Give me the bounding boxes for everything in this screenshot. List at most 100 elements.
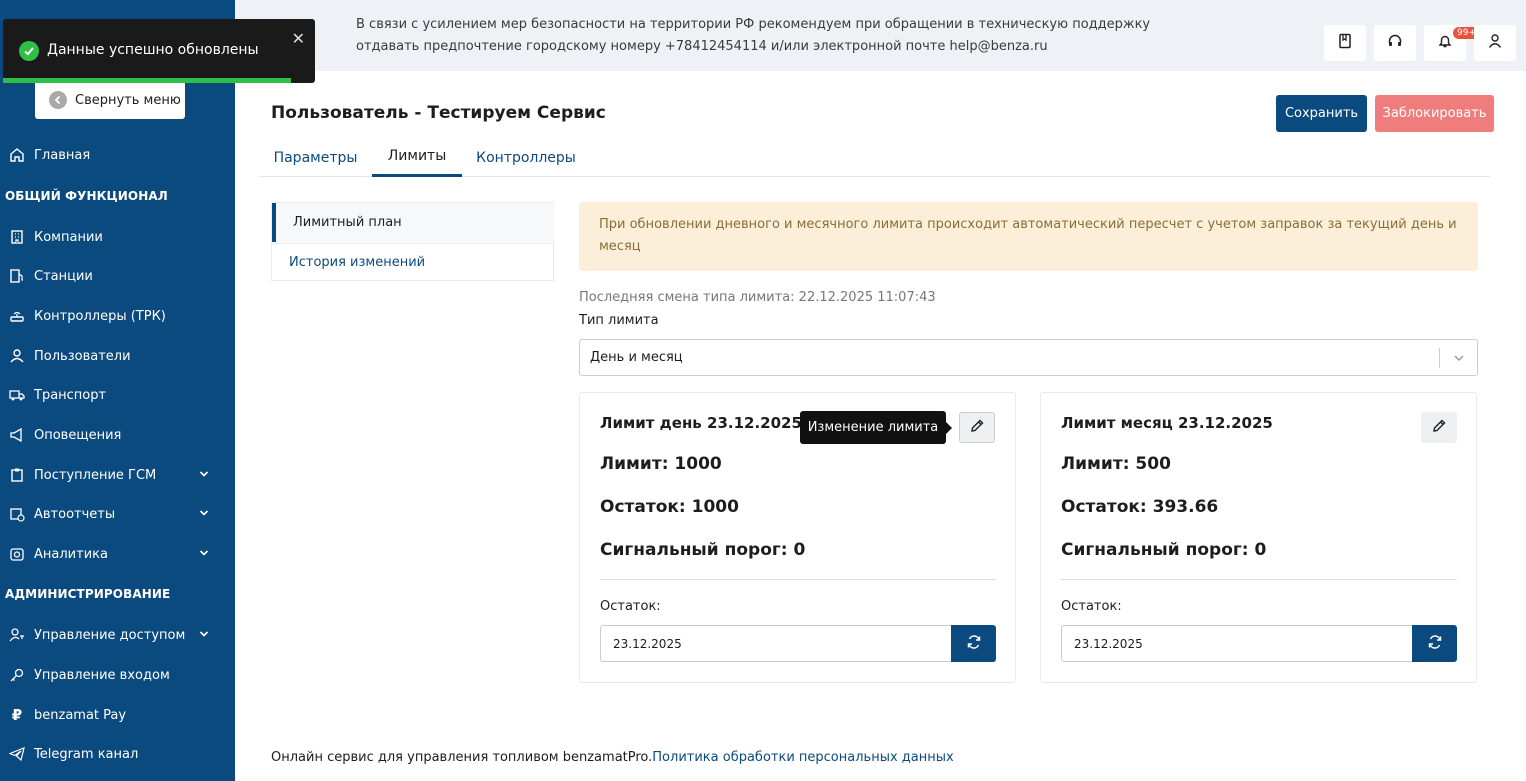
collapse-menu-button[interactable]: Свернуть меню [35, 81, 185, 119]
sidebar-item-label: benzamat Pay [34, 707, 127, 723]
divider [600, 579, 996, 580]
sidebar-item-notifications[interactable]: Оповещения [0, 417, 235, 453]
building-icon [8, 228, 26, 246]
day-threshold-value: Сигнальный порог: 0 [600, 540, 806, 560]
divider [1061, 579, 1457, 580]
edit-month-limit-button[interactable] [1421, 412, 1457, 443]
notice-line-2: отдавать предпочтение городскому номеру … [356, 39, 1048, 54]
edit-limit-tooltip: Изменение лимита [800, 411, 952, 444]
subnav-history[interactable]: История изменений [272, 243, 554, 281]
month-limit-card: Лимит месяц 23.12.2025 Лимит: 500 Остато… [1040, 392, 1477, 683]
ruble-icon: ₽ [11, 706, 23, 724]
chevron-down-icon [199, 507, 209, 522]
sidebar-item-label: Главная [34, 147, 91, 163]
sidebar-item-label: Telegram канал [34, 746, 139, 762]
edit-day-limit-button[interactable] [959, 412, 995, 443]
toast-progress-bar [3, 78, 291, 83]
month-date-input[interactable]: 23.12.2025 [1061, 625, 1413, 662]
day-remainder-value: Остаток: 1000 [600, 497, 739, 517]
sidebar-item-access-control[interactable]: Управление доступом [0, 617, 235, 653]
sidebar-item-login-control[interactable]: Управление входом [0, 657, 235, 693]
success-toast: Данные успешно обновлены ✕ [3, 19, 315, 83]
section-general: ОБЩИЙ ФУНКЦИОНАЛ [5, 189, 168, 203]
sidebar-item-label: Управление входом [34, 667, 170, 683]
privacy-policy-link[interactable]: Политика обработки персональных данных [652, 750, 953, 765]
pencil-icon [1431, 418, 1447, 438]
recalc-alert: При обновлении дневного и месячного лими… [579, 202, 1478, 271]
sidebar-item-label: Компании [34, 229, 103, 245]
sidebar-item-label: Аналитика [34, 546, 108, 562]
home-icon [8, 146, 26, 164]
sidebar-item-label: Поступление ГСМ [34, 467, 157, 483]
refresh-icon [1427, 634, 1443, 654]
top-bar: В связи с усилением мер безопасности на … [235, 0, 1526, 71]
toast-message: Данные успешно обновлены [47, 42, 259, 58]
subnav-limit-plan[interactable]: Лимитный план [272, 203, 554, 242]
fuel-station-icon [8, 267, 26, 285]
sidebar-item-telegram[interactable]: Telegram канал [0, 736, 235, 772]
sidebar-item-label: Станции [34, 268, 93, 284]
notice-line-1: В связи с усилением мер безопасности на … [356, 17, 1151, 32]
sidebar-item-label: Оповещения [34, 427, 122, 443]
profile-button[interactable] [1474, 25, 1516, 61]
sidebar-item-controllers[interactable]: Контроллеры (ТРК) [0, 298, 235, 334]
sidebar-item-auto-reports[interactable]: Автоотчеты [0, 496, 235, 532]
headset-icon [1387, 33, 1403, 53]
tab-parameters[interactable]: Параметры [259, 138, 372, 177]
last-change-text: Последняя смена типа лимита: 22.12.2025 … [579, 290, 936, 305]
day-remainder-label: Остаток: [600, 599, 661, 614]
sidebar: Свернуть меню Главная ОБЩИЙ ФУНКЦИОНАЛ К… [0, 0, 235, 781]
month-remainder-value: Остаток: 393.66 [1061, 497, 1219, 517]
user-key-icon [8, 626, 26, 644]
tab-controllers[interactable]: Контроллеры [462, 138, 590, 177]
chevron-down-icon [199, 547, 209, 562]
section-admin: АДМИНИСТРИРОВАНИЕ [5, 587, 171, 601]
analytics-icon [8, 545, 26, 563]
day-limit-value: Лимит: 1000 [600, 454, 722, 474]
month-limit-title: Лимит месяц 23.12.2025 [1061, 414, 1273, 432]
close-icon[interactable]: ✕ [292, 29, 305, 48]
block-button[interactable]: Заблокировать [1375, 95, 1494, 132]
clipboard-icon [8, 466, 26, 484]
chevron-down-icon [1453, 352, 1465, 368]
save-button[interactable]: Сохранить [1276, 95, 1367, 132]
sidebar-item-companies[interactable]: Компании [0, 219, 235, 255]
day-limit-title: Лимит день 23.12.2025 [600, 414, 802, 432]
month-refresh-button[interactable] [1412, 625, 1457, 662]
footer-text: Онлайн сервис для управления топливом be… [271, 750, 653, 765]
limit-type-select[interactable]: День и месяц [579, 339, 1478, 376]
collapse-menu-label: Свернуть меню [75, 92, 181, 108]
page-title: Пользователь - Тестируем Сервис [271, 103, 606, 123]
calendar-clock-icon [8, 505, 26, 523]
sidebar-item-transport[interactable]: Транспорт [0, 377, 235, 413]
chevron-down-icon [199, 628, 209, 643]
sidebar-item-stations[interactable]: Станции [0, 258, 235, 294]
day-date-input[interactable]: 23.12.2025 [600, 625, 952, 662]
user-icon [1487, 33, 1503, 53]
month-threshold-value: Сигнальный порог: 0 [1061, 540, 1267, 560]
tab-limits[interactable]: Лимиты [372, 138, 462, 177]
limits-subnav: Лимитный план История изменений [271, 202, 554, 281]
sidebar-item-benzamat-pay[interactable]: ₽ benzamat Pay [0, 697, 235, 733]
sidebar-item-home[interactable]: Главная [0, 137, 235, 173]
key-icon [8, 666, 26, 684]
bell-icon: 99+ [1437, 27, 1480, 53]
docs-button[interactable] [1324, 25, 1366, 61]
sidebar-item-users[interactable]: Пользователи [0, 338, 235, 374]
notifications-button[interactable]: 99+ [1424, 25, 1480, 61]
truck-icon [8, 386, 26, 404]
router-icon [8, 307, 26, 325]
day-refresh-button[interactable] [951, 625, 996, 662]
footer: Онлайн сервис для управления топливом be… [271, 750, 954, 765]
pencil-icon [969, 418, 985, 438]
book-icon [1337, 33, 1353, 53]
arrow-left-icon [49, 91, 67, 109]
megaphone-icon [8, 426, 26, 444]
user-icon [8, 347, 26, 365]
sidebar-item-analytics[interactable]: Аналитика [0, 536, 235, 572]
sidebar-item-label: Пользователи [34, 348, 131, 364]
sidebar-item-label: Автоотчеты [34, 506, 116, 522]
sidebar-item-label: Контроллеры (ТРК) [34, 308, 166, 324]
sidebar-item-fuel-receipt[interactable]: Поступление ГСМ [0, 457, 235, 493]
support-button[interactable] [1374, 25, 1416, 61]
